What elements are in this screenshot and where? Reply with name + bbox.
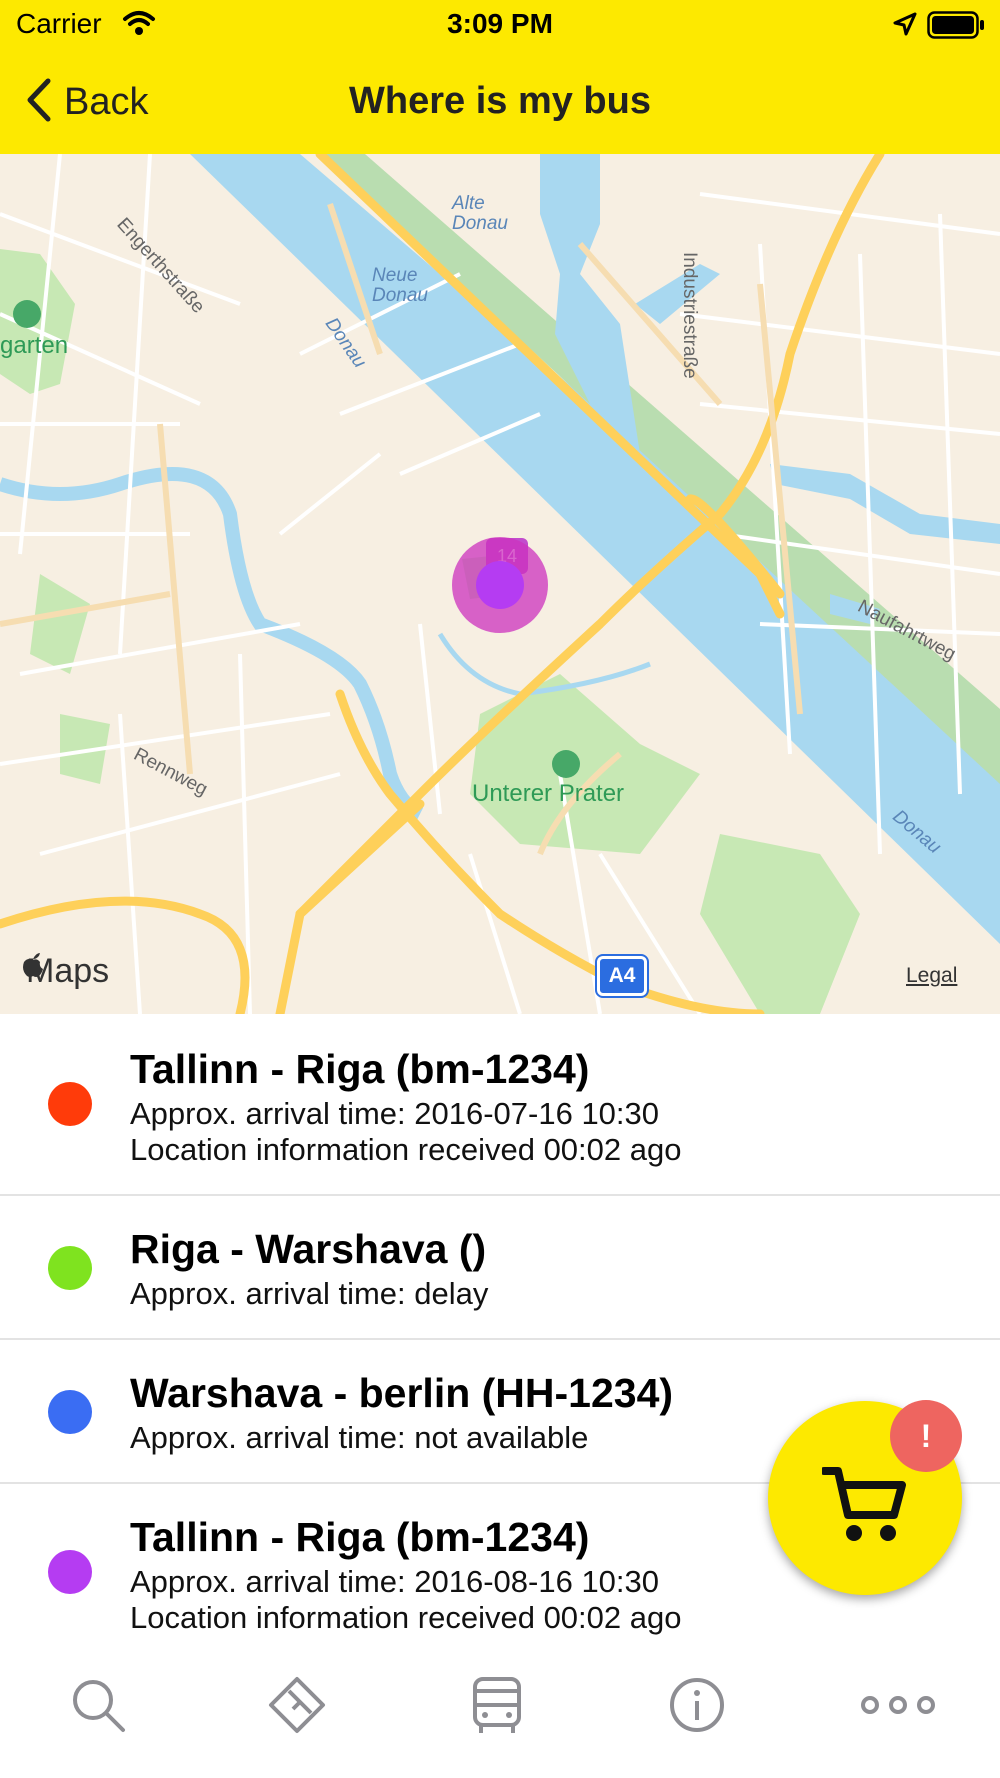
bus-marker[interactable] xyxy=(476,561,524,609)
tab-bar xyxy=(0,1650,1000,1778)
map-label-alte-donau: Alte Donau xyxy=(452,193,508,234)
bus-location-info: Location information received 00:02 ago xyxy=(130,1600,682,1635)
ticket-icon xyxy=(267,1675,327,1740)
more-icon xyxy=(860,1693,936,1722)
bus-arrival-time: Approx. arrival time: not available xyxy=(130,1420,589,1455)
bus-arrival-time: Approx. arrival time: 2016-07-16 10:30 xyxy=(130,1096,660,1131)
navigation-bar: Back Where is my bus xyxy=(0,62,1000,142)
search-icon xyxy=(69,1676,127,1739)
bus-route-title: Tallinn - Riga (bm-1234) xyxy=(130,1514,590,1560)
cart-alert-badge: ! xyxy=(890,1400,962,1472)
tab-bus[interactable] xyxy=(447,1672,547,1742)
bus-route-title: Warshava - berlin (HH-1234) xyxy=(130,1370,674,1416)
bus-color-dot xyxy=(48,1550,92,1594)
tab-info[interactable] xyxy=(647,1672,747,1742)
status-time: 3:09 PM xyxy=(447,8,553,39)
bus-color-dot xyxy=(48,1082,92,1126)
bus-list-item[interactable]: Riga - Warshava () Approx. arrival time:… xyxy=(0,1196,1000,1340)
legal-link[interactable]: Legal xyxy=(906,964,957,988)
map-label-industriestrasse: Industriestraße xyxy=(679,252,700,379)
top-bar: Carrier 3:09 PM Back Where is my bus xyxy=(0,0,1000,154)
maps-logo: Maps xyxy=(22,952,109,991)
battery-icon xyxy=(927,11,985,44)
bus-arrival-time: Approx. arrival time: delay xyxy=(130,1276,489,1311)
bus-location-info: Location information received 00:02 ago xyxy=(130,1132,682,1167)
tab-more[interactable] xyxy=(848,1672,948,1742)
location-arrow-icon xyxy=(893,12,917,41)
status-bar: Carrier 3:09 PM xyxy=(0,0,1000,50)
bus-list-item[interactable]: Tallinn - Riga (bm-1234) Approx. arrival… xyxy=(0,1014,1000,1196)
bus-color-dot xyxy=(48,1390,92,1434)
cart-icon xyxy=(820,1465,906,1550)
map-label-unterer-prater: Unterer Prater xyxy=(472,780,625,807)
map-view[interactable]: Engerthstraße Alte Donau Neue Donau Dona… xyxy=(0,154,1000,1014)
tab-search[interactable] xyxy=(48,1672,148,1742)
bus-arrival-time: Approx. arrival time: 2016-08-16 10:30 xyxy=(130,1564,660,1599)
bus-route-title: Riga - Warshava () xyxy=(130,1226,487,1272)
tab-tickets[interactable] xyxy=(247,1672,347,1742)
map-label-neue-donau: Neue Donau xyxy=(372,265,428,306)
bus-icon xyxy=(471,1675,523,1740)
bus-route-title: Tallinn - Riga (bm-1234) xyxy=(130,1046,590,1092)
map-label-garten: garten xyxy=(0,332,69,359)
bus-color-dot xyxy=(48,1246,92,1290)
highway-badge: A4 xyxy=(595,954,649,998)
info-icon xyxy=(668,1676,726,1739)
page-title: Where is my bus xyxy=(349,80,651,122)
